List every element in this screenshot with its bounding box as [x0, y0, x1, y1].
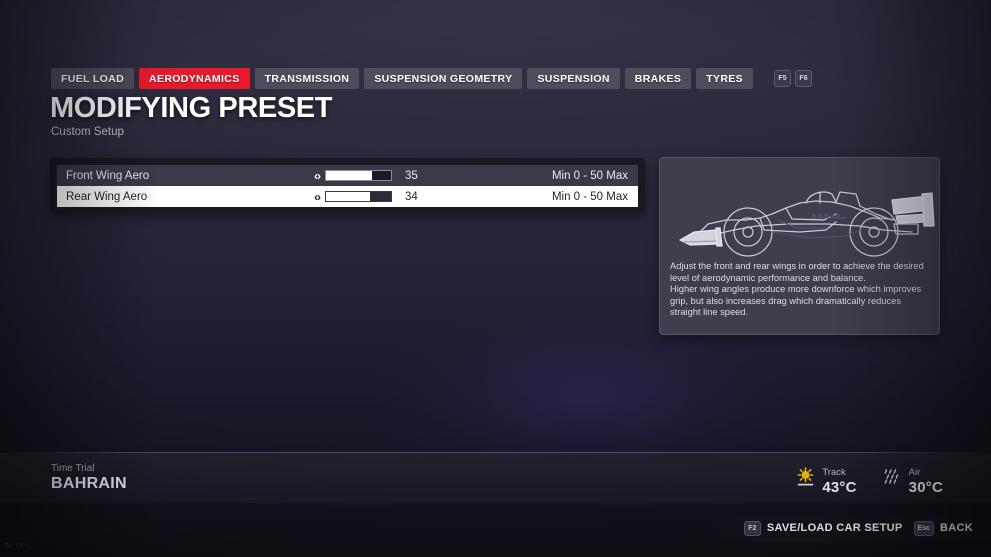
- aero-description-paragraph-1: Adjust the front and rear wings in order…: [670, 261, 924, 283]
- setting-value-front-wing-aero: 35: [405, 169, 418, 182]
- key-f5-badge[interactable]: F5: [774, 70, 792, 87]
- setup-category-tabs: FUEL LOAD AERODYNAMICS TRANSMISSION SUSPENS…: [51, 68, 813, 89]
- session-track-name: BAHRAIN: [51, 475, 127, 492]
- page-subtitle: Custom Setup: [51, 126, 124, 138]
- drizzle-icon: [883, 467, 902, 492]
- key-f6-badge[interactable]: F6: [795, 70, 813, 87]
- tab-cycle-keys: F5 F6: [774, 70, 813, 87]
- action-bar: F2 SAVE/LOAD CAR SETUP Esc BACK: [711, 515, 991, 541]
- setting-range-front-wing-aero: Min 0 - 50 Max: [551, 169, 628, 182]
- tab-fuel-load[interactable]: FUEL LOAD: [51, 68, 135, 89]
- setting-range-rear-wing-aero: Min 0 - 50 Max: [551, 190, 628, 203]
- setting-label-front-wing-aero: Front Wing Aero: [66, 169, 150, 182]
- key-esc-badge[interactable]: Esc: [913, 520, 935, 536]
- slider-fill: [326, 192, 371, 201]
- setting-row-front-wing-aero[interactable]: Front Wing Aero ‹› 35 Min 0 - 50 Max: [57, 165, 638, 186]
- setting-control-front-wing-aero[interactable]: ‹› 35: [314, 169, 423, 183]
- track-temp-label: Track: [822, 467, 846, 478]
- aero-description-paragraph-2: Higher wing angles produce more downforc…: [670, 284, 922, 318]
- sun-icon: [796, 467, 815, 492]
- tab-suspension-geometry[interactable]: SUSPENSION GEOMETRY: [364, 68, 523, 89]
- action-label-back: BACK: [940, 522, 973, 534]
- setting-slider-front-wing-aero[interactable]: [325, 170, 392, 181]
- setting-label-rear-wing-aero: Rear Wing Aero: [66, 190, 148, 203]
- key-f2-badge[interactable]: F2: [743, 520, 761, 536]
- tab-suspension[interactable]: SUSPENSION: [527, 68, 620, 89]
- tab-tyres[interactable]: TYRES: [696, 68, 754, 89]
- tab-brakes[interactable]: BRAKES: [624, 68, 692, 89]
- tab-aerodynamics[interactable]: AERODYNAMICS: [139, 68, 250, 89]
- fps-counter: 66 FPS: [5, 543, 31, 550]
- adjust-arrows-icon[interactable]: ‹›: [314, 169, 321, 183]
- game-setup-screen: FUEL LOAD AERODYNAMICS TRANSMISSION SUSPENS…: [0, 0, 991, 557]
- action-save-load-car-setup[interactable]: F2 SAVE/LOAD CAR SETUP: [743, 520, 903, 536]
- session-mode-label: Time Trial: [51, 463, 95, 474]
- tab-transmission[interactable]: TRANSMISSION: [254, 68, 360, 89]
- air-temperature: Air 30°C: [883, 462, 943, 497]
- setting-slider-rear-wing-aero[interactable]: [325, 191, 392, 202]
- setting-control-rear-wing-aero[interactable]: ‹› 34: [314, 190, 423, 204]
- slider-fill: [326, 171, 372, 180]
- setting-value-rear-wing-aero: 34: [405, 190, 418, 203]
- adjust-arrows-icon[interactable]: ‹›: [314, 190, 321, 204]
- weather-readouts: Track 43°C Air 30°C: [796, 462, 943, 497]
- aero-description: Adjust the front and rear wings in order…: [670, 261, 930, 319]
- info-panel: Adjust the front and rear wings in order…: [659, 157, 940, 335]
- track-temperature: Track 43°C: [796, 462, 856, 497]
- action-label-save-load-car-setup: SAVE/LOAD CAR SETUP: [766, 522, 903, 534]
- action-back[interactable]: Esc BACK: [913, 520, 973, 536]
- setting-row-rear-wing-aero[interactable]: Rear Wing Aero ‹› 34 Min 0 - 50 Max: [57, 186, 638, 207]
- aerodynamics-settings-panel: Front Wing Aero ‹› 35 Min 0 - 50 Max Rear Wi…: [50, 158, 645, 214]
- f1-car-illustration: [660, 162, 939, 262]
- track-temp-value: 43°C: [822, 479, 857, 497]
- air-temp-value: 30°C: [908, 479, 943, 497]
- air-temp-label: Air: [908, 467, 921, 478]
- page-title: MODIFYING PRESET: [50, 92, 333, 124]
